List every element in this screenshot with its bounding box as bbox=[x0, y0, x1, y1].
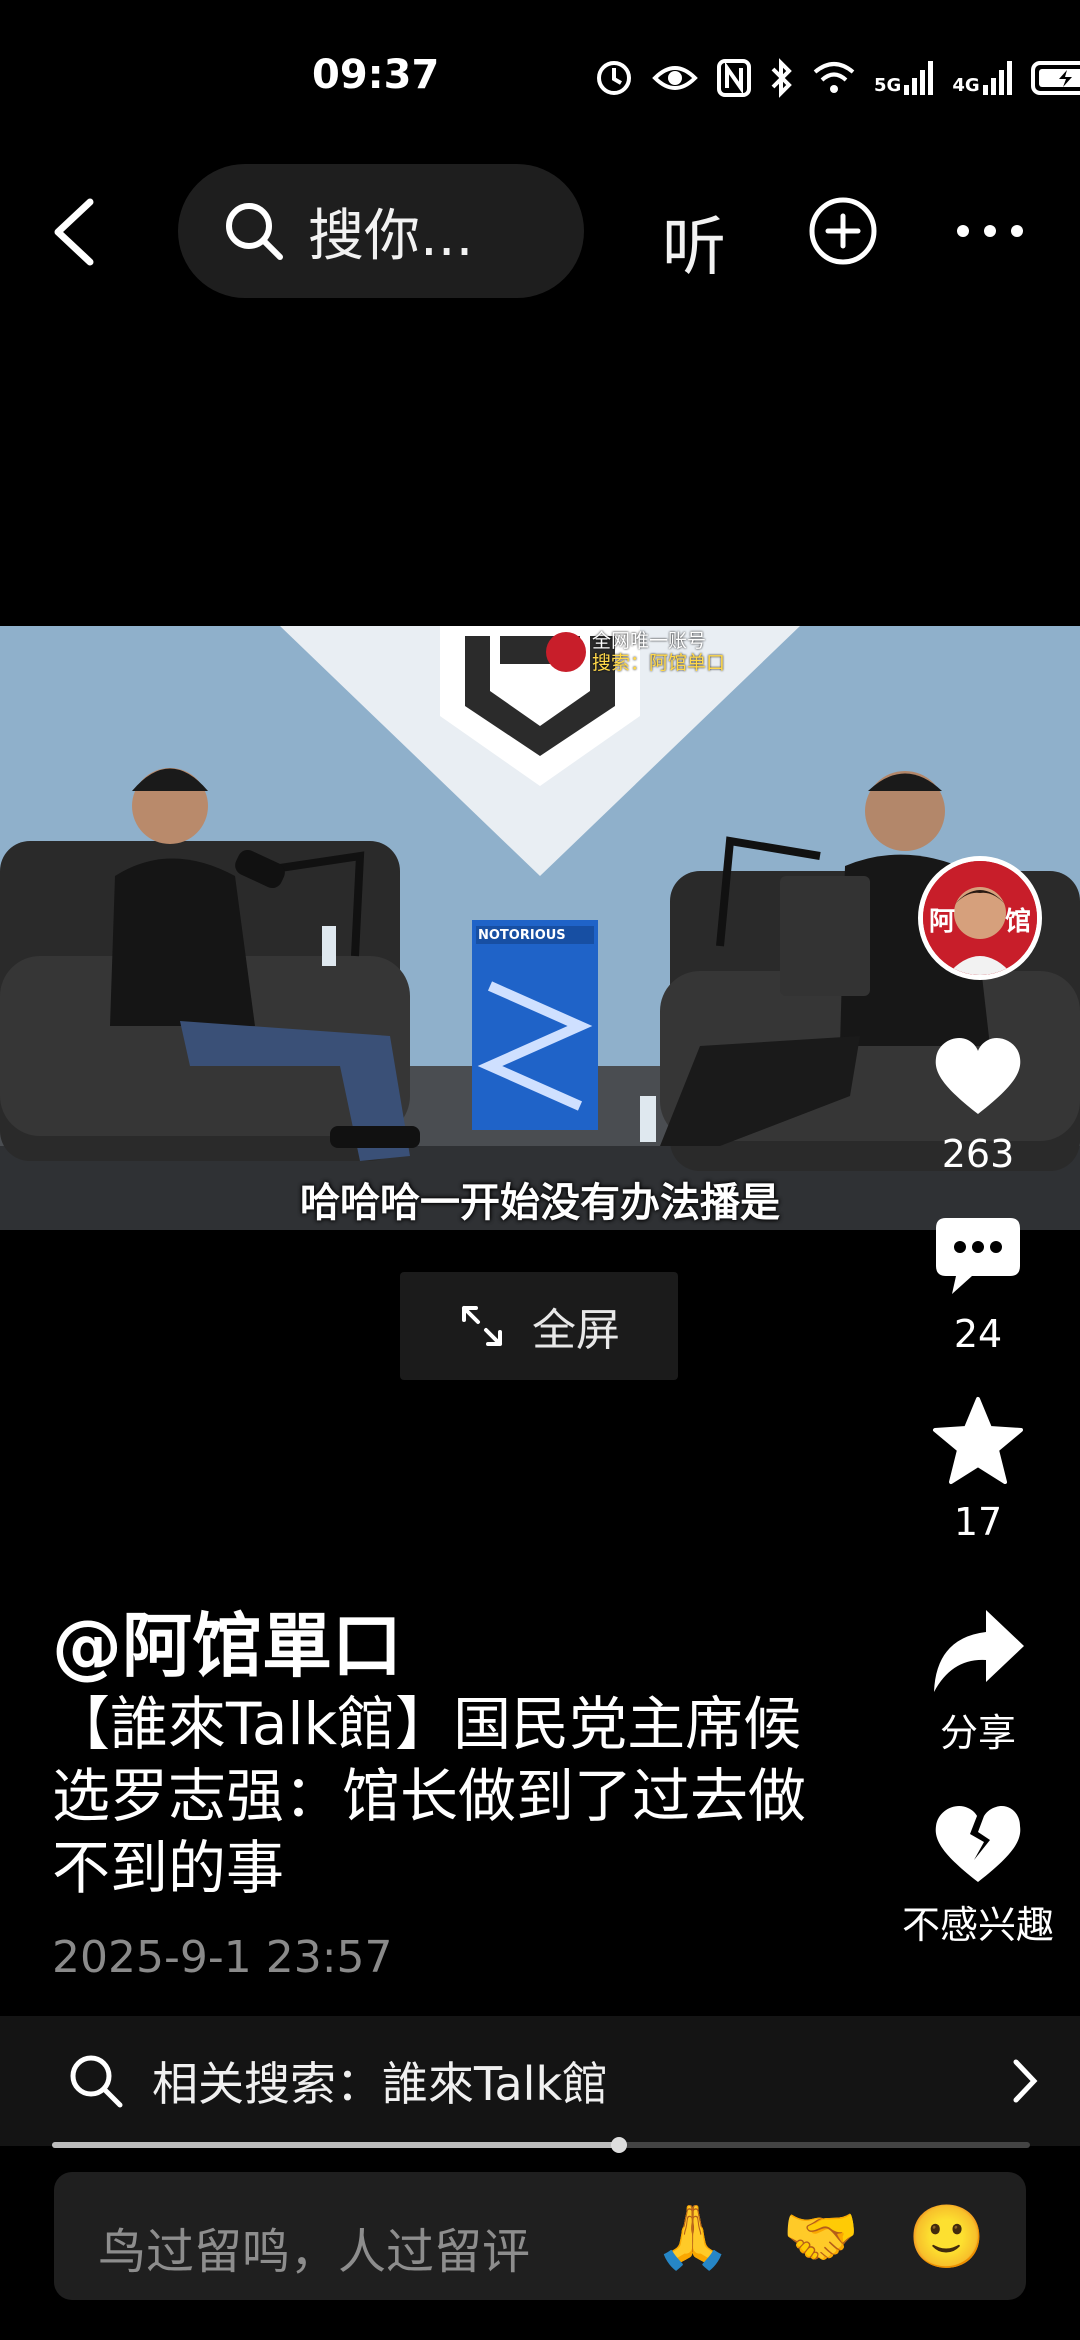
chevron-right-icon bbox=[1013, 2059, 1038, 2103]
heart-icon bbox=[935, 1038, 1021, 1114]
network-4g-label: 4G bbox=[952, 75, 980, 96]
watermark-logo bbox=[546, 632, 586, 672]
author-avatar[interactable]: 阿 馆 bbox=[918, 856, 1042, 980]
fullscreen-label: 全屏 bbox=[532, 1305, 620, 1356]
progress-handle[interactable] bbox=[611, 2137, 627, 2153]
listen-button[interactable]: 听 bbox=[662, 196, 726, 288]
broken-heart-icon bbox=[935, 1806, 1021, 1882]
watermark-line1: 全网唯一账号 bbox=[592, 630, 707, 652]
status-icons: 5G 4G bbox=[594, 58, 1080, 98]
related-search-bar[interactable]: 相关搜索：誰來Talk館 bbox=[0, 2016, 1080, 2146]
avatar-char-left: 阿 bbox=[929, 907, 956, 937]
like-count: 263 bbox=[941, 1132, 1015, 1176]
search-bar[interactable]: 搜你... bbox=[178, 164, 584, 298]
search-placeholder: 搜你... bbox=[308, 203, 474, 269]
box-brand-label: NOTORIOUS bbox=[478, 928, 566, 943]
star-icon bbox=[933, 1397, 1023, 1484]
signal-5g-icon: 5G bbox=[874, 61, 934, 95]
network-5g-label: 5G bbox=[874, 75, 902, 96]
comment-placeholder: 鸟过留鸣，人过留评 bbox=[98, 2224, 531, 2280]
share-label: 分享 bbox=[939, 1711, 1016, 1755]
comment-count: 24 bbox=[953, 1312, 1003, 1356]
share-button[interactable]: 分享 bbox=[898, 1608, 1058, 1757]
emoji-pray-button[interactable]: 🙏 bbox=[654, 2200, 731, 2274]
favorite-button[interactable]: 17 bbox=[898, 1396, 1058, 1544]
eye-icon bbox=[652, 66, 698, 90]
search-icon bbox=[226, 203, 283, 260]
comment-icon bbox=[936, 1218, 1020, 1294]
status-time: 09:37 bbox=[312, 52, 440, 98]
more-icon[interactable] bbox=[954, 222, 1026, 240]
bluetooth-icon bbox=[771, 58, 792, 98]
emoji-handshake-button[interactable]: 🤝 bbox=[782, 2200, 859, 2274]
alarm-icon bbox=[597, 61, 631, 95]
back-arrow-icon[interactable] bbox=[46, 196, 106, 268]
watermark: 全网唯一账号 搜索：阿馆单口 bbox=[546, 630, 725, 674]
comment-button[interactable]: 24 bbox=[898, 1214, 1058, 1356]
wifi-icon bbox=[813, 62, 855, 93]
plus-circle-icon[interactable] bbox=[808, 196, 878, 266]
not-interested-button[interactable]: 不感兴趣 bbox=[898, 1800, 1058, 1949]
signal-4g-icon: 4G bbox=[952, 61, 1012, 95]
video-description: 【誰來Talk館】国民党主席候选罗志强：馆长做到了过去做不到的事 bbox=[52, 1690, 807, 1902]
related-search-label: 相关搜索：誰來Talk館 bbox=[152, 2057, 609, 2111]
expand-icon bbox=[462, 1306, 502, 1346]
share-icon bbox=[934, 1610, 1024, 1692]
progress-fill bbox=[52, 2142, 619, 2148]
author-name[interactable]: @阿馆單口 bbox=[52, 1590, 402, 1691]
fullscreen-button[interactable]: 全屏 bbox=[400, 1272, 678, 1380]
nfc-icon bbox=[717, 59, 751, 97]
not-interested-label: 不感兴趣 bbox=[901, 1903, 1054, 1947]
avatar-char-right: 馆 bbox=[1004, 907, 1031, 937]
battery-icon bbox=[1030, 61, 1080, 95]
like-button[interactable]: 263 bbox=[898, 1034, 1058, 1176]
search-icon bbox=[70, 2055, 123, 2108]
post-date: 2025-9-1 23:57 bbox=[52, 1932, 393, 1983]
watermark-line2: 搜索：阿馆单口 bbox=[592, 652, 726, 674]
emoji-smile-button[interactable]: 🙂 bbox=[908, 2200, 985, 2274]
favorite-count: 17 bbox=[953, 1500, 1003, 1544]
